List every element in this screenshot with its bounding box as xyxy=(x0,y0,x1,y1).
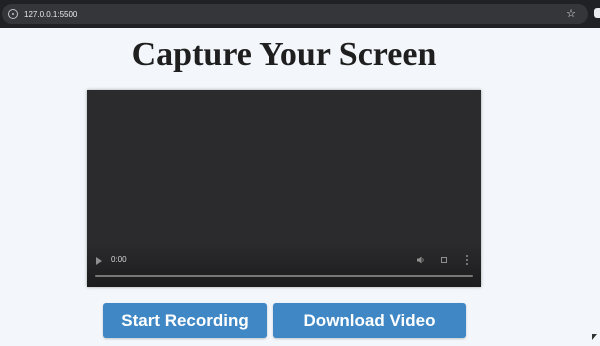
page-content: Capture Your Screen 0:00 Start Recording… xyxy=(0,28,600,346)
video-player[interactable]: 0:00 xyxy=(87,90,481,287)
url-text: 127.0.0.1:5500 xyxy=(24,9,78,19)
download-video-button[interactable]: Download Video xyxy=(273,303,466,338)
info-icon[interactable] xyxy=(8,9,18,19)
fullscreen-icon[interactable] xyxy=(441,257,447,263)
star-icon[interactable]: ☆ xyxy=(566,7,576,21)
address-bar[interactable]: 127.0.0.1:5500 ☆ xyxy=(2,4,588,24)
mouse-cursor-icon xyxy=(592,334,597,340)
play-icon[interactable] xyxy=(96,257,102,265)
volume-icon[interactable] xyxy=(417,256,425,264)
profile-icon[interactable] xyxy=(594,8,600,18)
progress-bar[interactable] xyxy=(95,275,473,277)
more-options-icon[interactable] xyxy=(466,255,468,265)
start-recording-button[interactable]: Start Recording xyxy=(103,303,267,338)
time-display: 0:00 xyxy=(111,255,127,264)
video-controls: 0:00 xyxy=(87,243,481,287)
page-title: Capture Your Screen xyxy=(131,36,437,73)
browser-toolbar: 127.0.0.1:5500 ☆ xyxy=(0,0,600,28)
